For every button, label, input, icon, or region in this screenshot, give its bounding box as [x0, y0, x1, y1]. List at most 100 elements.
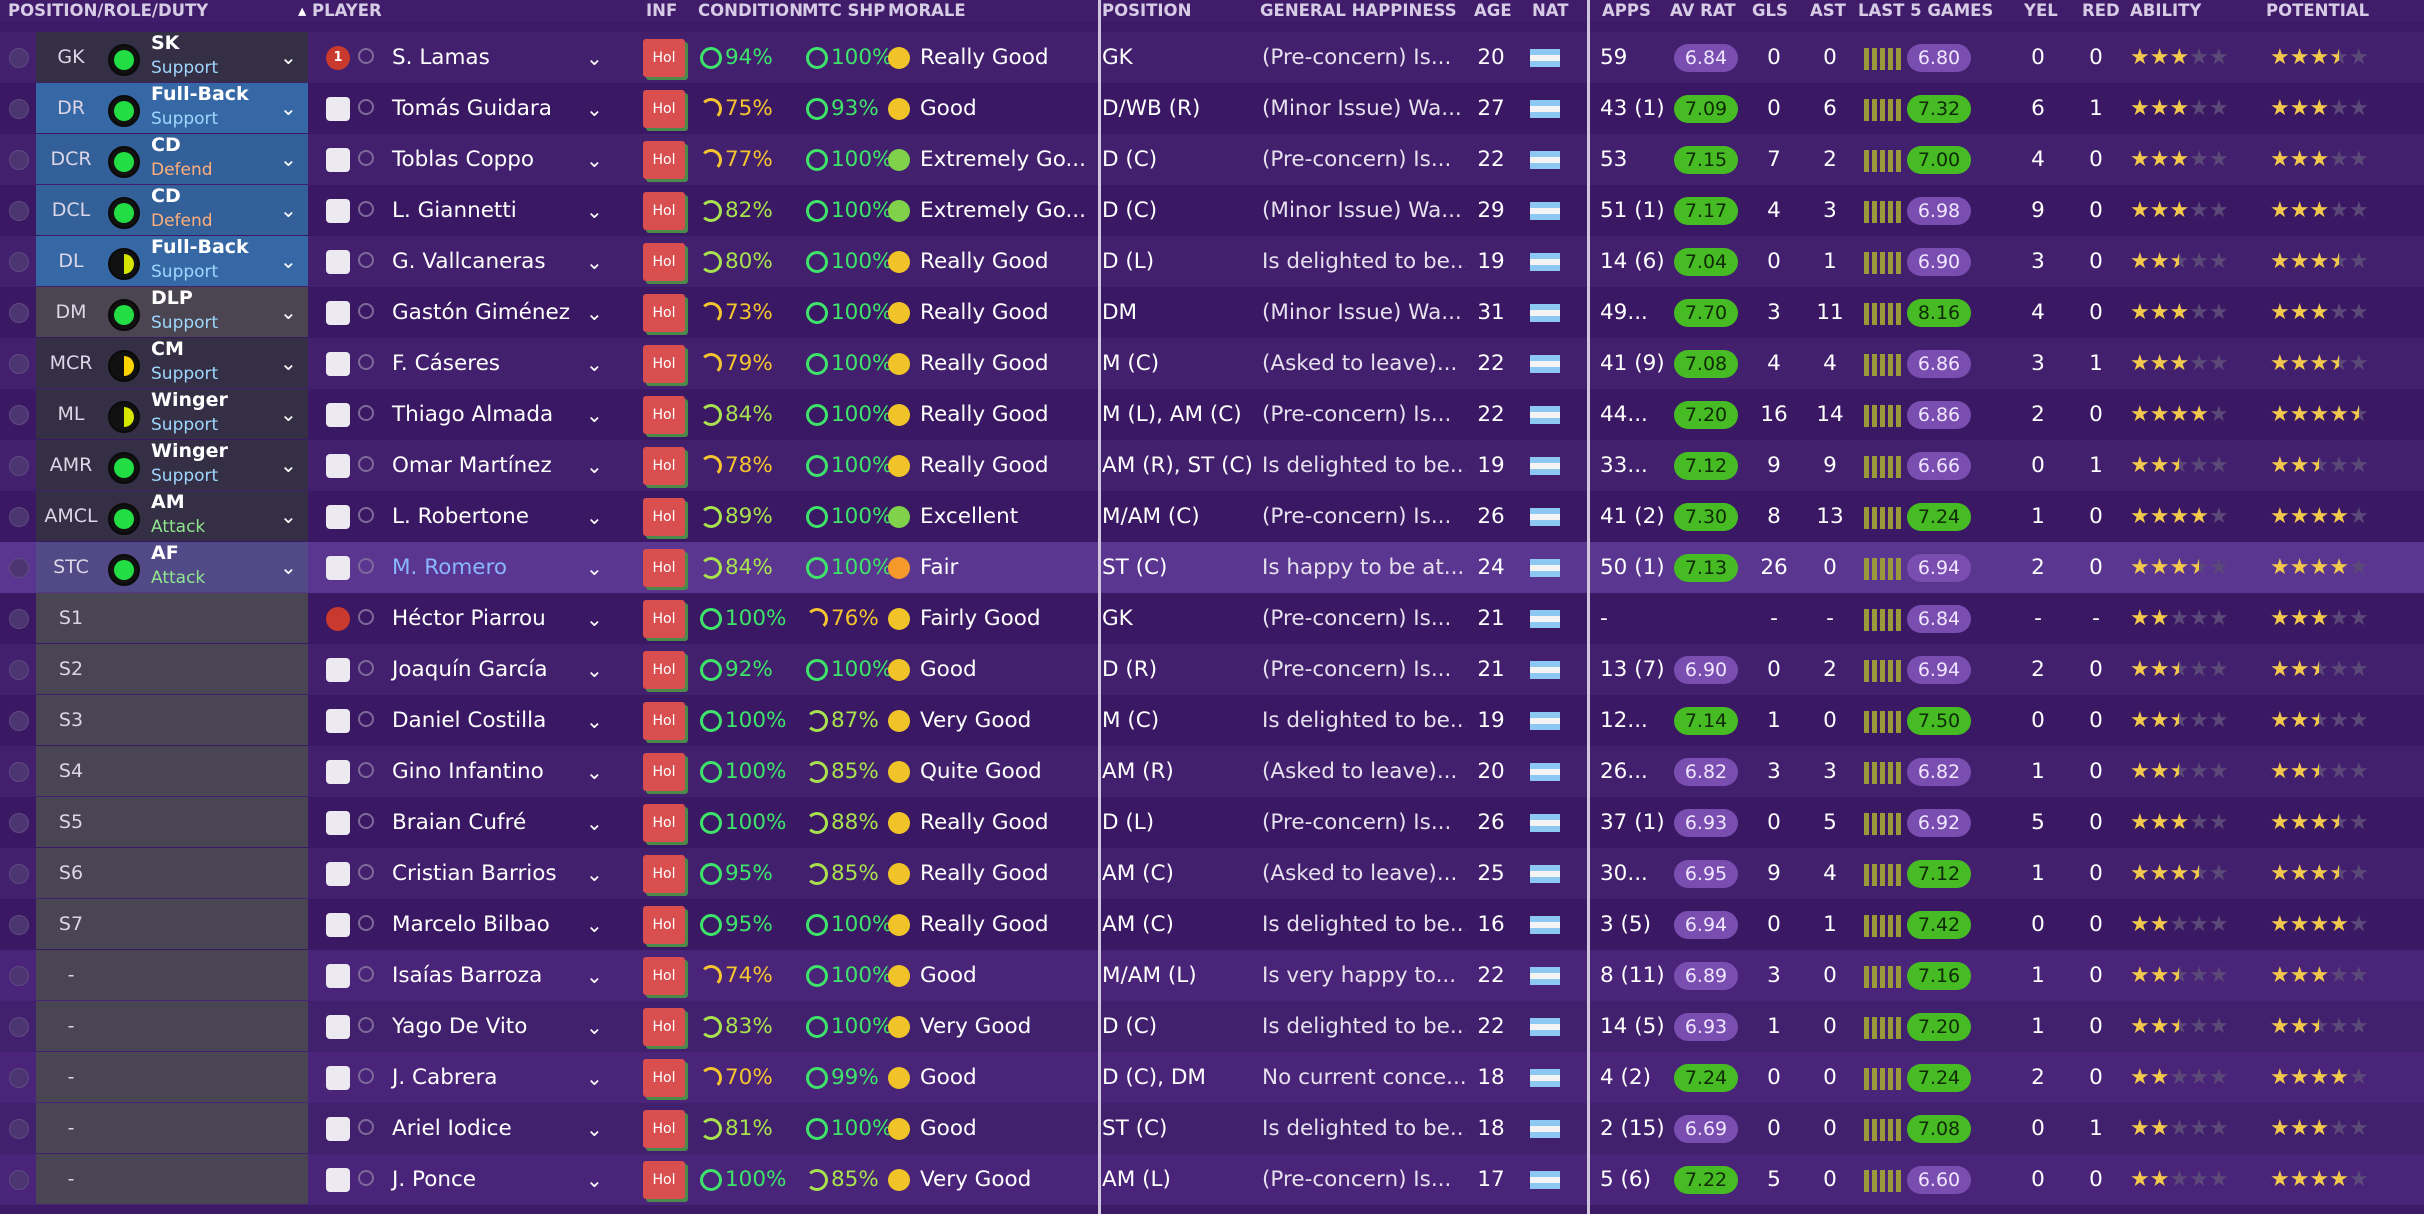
position-role-cell[interactable]: -: [36, 1052, 308, 1102]
player-menu-chevron-icon[interactable]: ⌄: [586, 250, 603, 274]
player-cell[interactable]: J. Cabrera ⌄: [316, 1052, 612, 1103]
player-cell[interactable]: L. Giannetti ⌄: [316, 185, 612, 236]
position-role-cell[interactable]: DCL CD Defend ⌄: [36, 185, 308, 235]
role-dropdown-chevron-icon[interactable]: ⌄: [280, 147, 297, 171]
table-row[interactable]: DCL CD Defend ⌄ L. Giannetti ⌄ Hol 82% 100% Extre…: [0, 185, 2424, 236]
role-dropdown-chevron-icon[interactable]: ⌄: [280, 249, 297, 273]
holiday-badge[interactable]: Hol: [643, 599, 685, 638]
player-name[interactable]: J. Ponce: [392, 1154, 476, 1205]
player-name[interactable]: L. Robertone: [392, 491, 529, 542]
position-role-cell[interactable]: DR Full-Back Support ⌄: [36, 83, 308, 133]
col-general-happiness[interactable]: GENERAL HAPPINESS: [1260, 0, 1457, 22]
player-cell[interactable]: Omar Martínez ⌄: [316, 440, 612, 491]
col-position[interactable]: POSITION: [1102, 0, 1191, 22]
position-role-cell[interactable]: DL Full-Back Support ⌄: [36, 236, 308, 286]
player-cell[interactable]: Yago De Vito ⌄: [316, 1001, 612, 1052]
holiday-badge[interactable]: Hol: [643, 752, 685, 791]
happiness-value[interactable]: (Pre-concern) Is...: [1262, 389, 1466, 440]
col-red[interactable]: RED: [2082, 0, 2120, 22]
table-row[interactable]: - Isaías Barroza ⌄ Hol 74% 100% Good M/AM (L) Is…: [0, 950, 2424, 1001]
holiday-badge[interactable]: Hol: [643, 89, 685, 128]
select-checkbox[interactable]: [4, 440, 34, 491]
position-role-cell[interactable]: S5: [36, 797, 308, 847]
happiness-value[interactable]: (Minor Issue) Wa...: [1262, 83, 1466, 134]
holiday-badge[interactable]: Hol: [643, 854, 685, 893]
nationality-cell[interactable]: [1530, 797, 1570, 848]
holiday-badge[interactable]: Hol: [643, 242, 685, 281]
player-cell[interactable]: Toblas Coppo ⌄: [316, 134, 612, 185]
col-yel[interactable]: YEL: [2024, 0, 2058, 22]
nationality-cell[interactable]: [1530, 899, 1570, 950]
select-checkbox[interactable]: [4, 134, 34, 185]
nationality-cell[interactable]: [1530, 338, 1570, 389]
select-checkbox[interactable]: [4, 899, 34, 950]
happiness-value[interactable]: Is delighted to be...: [1262, 1001, 1466, 1052]
nationality-cell[interactable]: [1530, 287, 1570, 338]
select-checkbox[interactable]: [4, 950, 34, 1001]
select-checkbox[interactable]: [4, 389, 34, 440]
player-name[interactable]: Joaquín García: [392, 644, 548, 695]
position-role-cell[interactable]: -: [36, 1001, 308, 1051]
player-cell[interactable]: L. Robertone ⌄: [316, 491, 612, 542]
col-match-sharpness[interactable]: MTC SHP: [802, 0, 885, 22]
holiday-badge[interactable]: Hol: [643, 956, 685, 995]
col-last-5-games[interactable]: LAST 5 GAMES: [1858, 0, 1993, 22]
happiness-value[interactable]: Is very happy to...: [1262, 950, 1466, 1001]
holiday-badge[interactable]: Hol: [643, 548, 685, 587]
player-menu-chevron-icon[interactable]: ⌄: [586, 760, 603, 784]
select-checkbox[interactable]: [4, 593, 34, 644]
player-menu-chevron-icon[interactable]: ⌄: [586, 403, 603, 427]
holiday-badge[interactable]: Hol: [643, 803, 685, 842]
player-name[interactable]: Braian Cufré: [392, 797, 526, 848]
table-row[interactable]: GK SK Support ⌄ 1 S. Lamas ⌄ Hol 94% 100% Really G…: [0, 32, 2424, 83]
nationality-cell[interactable]: [1530, 644, 1570, 695]
select-checkbox[interactable]: [4, 83, 34, 134]
role-dropdown-chevron-icon[interactable]: ⌄: [280, 300, 297, 324]
player-cell[interactable]: Joaquín García ⌄: [316, 644, 612, 695]
player-name[interactable]: Héctor Piarrou: [392, 593, 546, 644]
holiday-badge[interactable]: Hol: [643, 701, 685, 740]
select-checkbox[interactable]: [4, 32, 34, 83]
player-cell[interactable]: 1 S. Lamas ⌄: [316, 32, 612, 83]
table-row[interactable]: DM DLP Support ⌄ Gastón Giménez ⌄ Hol 73% 100% Re…: [0, 287, 2424, 338]
player-name[interactable]: Omar Martínez: [392, 440, 552, 491]
table-row[interactable]: S3 Daniel Costilla ⌄ Hol 100% 87% Very Good M (…: [0, 695, 2424, 746]
nationality-cell[interactable]: [1530, 950, 1570, 1001]
happiness-value[interactable]: Is delighted to be...: [1262, 440, 1466, 491]
player-cell[interactable]: M. Romero ⌄: [316, 542, 612, 593]
player-name[interactable]: G. Vallcaneras: [392, 236, 546, 287]
player-name[interactable]: F. Cáseres: [392, 338, 500, 389]
nationality-cell[interactable]: [1530, 1154, 1570, 1205]
position-role-cell[interactable]: S1: [36, 593, 308, 643]
happiness-value[interactable]: (Pre-concern) Is...: [1262, 1154, 1466, 1205]
happiness-value[interactable]: Is happy to be at...: [1262, 542, 1466, 593]
player-cell[interactable]: Gastón Giménez ⌄: [316, 287, 612, 338]
nationality-cell[interactable]: [1530, 236, 1570, 287]
holiday-badge[interactable]: Hol: [643, 140, 685, 179]
happiness-value[interactable]: (Pre-concern) Is...: [1262, 797, 1466, 848]
nationality-cell[interactable]: [1530, 32, 1570, 83]
col-gls[interactable]: GLS: [1752, 0, 1788, 22]
col-apps[interactable]: APPS: [1602, 0, 1651, 22]
col-ability[interactable]: ABILITY: [2130, 0, 2201, 22]
happiness-value[interactable]: Is delighted to be...: [1262, 899, 1466, 950]
nationality-cell[interactable]: [1530, 746, 1570, 797]
col-potential[interactable]: POTENTIAL: [2266, 0, 2369, 22]
select-checkbox[interactable]: [4, 1154, 34, 1205]
role-dropdown-chevron-icon[interactable]: ⌄: [280, 351, 297, 375]
player-name[interactable]: J. Cabrera: [392, 1052, 497, 1103]
table-row[interactable]: - Ariel Iodice ⌄ Hol 81% 100% Good ST (C) Is del…: [0, 1103, 2424, 1154]
col-inf[interactable]: INF: [646, 0, 677, 22]
position-role-cell[interactable]: S2: [36, 644, 308, 694]
role-dropdown-chevron-icon[interactable]: ⌄: [280, 96, 297, 120]
player-menu-chevron-icon[interactable]: ⌄: [586, 913, 603, 937]
player-menu-chevron-icon[interactable]: ⌄: [586, 1168, 603, 1192]
player-menu-chevron-icon[interactable]: ⌄: [586, 862, 603, 886]
player-menu-chevron-icon[interactable]: ⌄: [586, 352, 603, 376]
holiday-badge[interactable]: Hol: [643, 395, 685, 434]
player-menu-chevron-icon[interactable]: ⌄: [586, 607, 603, 631]
nationality-cell[interactable]: [1530, 440, 1570, 491]
position-role-cell[interactable]: AMR Winger Support ⌄: [36, 440, 308, 490]
position-role-cell[interactable]: -: [36, 1154, 308, 1204]
holiday-badge[interactable]: Hol: [643, 1007, 685, 1046]
